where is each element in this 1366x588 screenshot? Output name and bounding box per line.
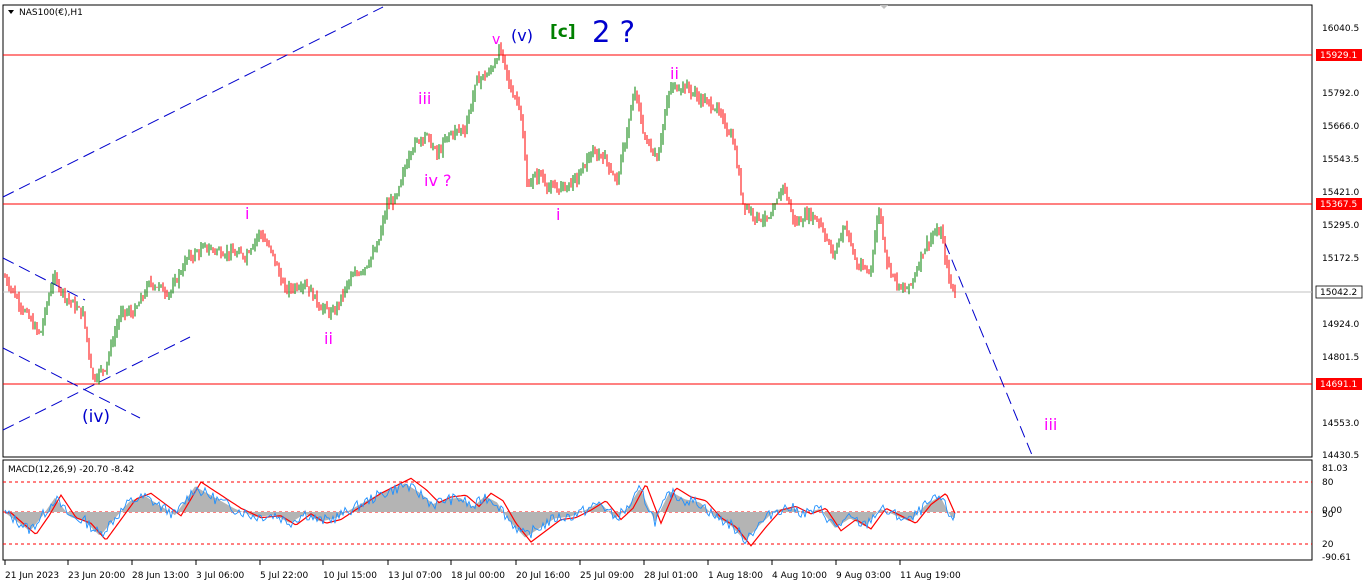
x-tick-label: 1 Aug 18:00: [708, 571, 763, 581]
macd-y-tick: -90.61: [1322, 553, 1351, 563]
wave-label-2: 2 ?: [592, 15, 635, 49]
x-tick-label: 9 Aug 03:00: [836, 571, 891, 581]
price-panel: [2, 4, 1313, 458]
symbol-title: NAS100(€),H1: [19, 8, 83, 18]
y-tick: 15172.5: [1322, 254, 1359, 264]
y-tick: 15421.0: [1322, 188, 1359, 198]
chart: NAS100(€),H1 v (v) [c] 2 ? iii iv ? i ii…: [2, 4, 1363, 581]
macd-label: MACD(12,26,9) -20.70 -8.42: [8, 465, 134, 475]
y-tick: 15792.0: [1322, 89, 1359, 99]
price-tags: 15929.1 15367.5 15042.2 14691.1: [1315, 49, 1363, 390]
y-tick: 15666.0: [1322, 122, 1359, 132]
wave-label-iv: iv ?: [424, 171, 452, 190]
x-tick-label: 3 Jul 06:00: [196, 571, 245, 581]
x-tick-label: 20 Jul 16:00: [516, 571, 570, 581]
wave-label-ii-right: ii: [670, 64, 679, 83]
y-tick: 15543.5: [1322, 155, 1359, 165]
y-tick: 15295.0: [1322, 221, 1359, 231]
x-tick-label: 5 Jul 22:00: [260, 571, 309, 581]
y-tick: 14924.0: [1322, 320, 1359, 330]
wave-label-v: v: [492, 32, 500, 48]
y-tick: 16040.5: [1322, 24, 1359, 34]
x-tick-label: 28 Jul 01:00: [644, 571, 698, 581]
price-tag-last: 15042.2: [1320, 288, 1357, 298]
x-tick-label: 4 Aug 10:00: [772, 571, 827, 581]
wave-label-c: [c]: [550, 22, 576, 42]
y-tick: 14553.0: [1322, 419, 1359, 429]
x-tick-label: 18 Jul 00:00: [451, 571, 505, 581]
macd-y-tick: 20: [1322, 540, 1334, 550]
x-tick-label: 10 Jul 15:00: [323, 571, 377, 581]
x-tick-label: 25 Jul 09:00: [580, 571, 634, 581]
wave-label-i-right: i: [556, 205, 560, 224]
x-tick-label: 21 Jun 2023: [5, 571, 59, 581]
x-tick-label: 13 Jul 07:00: [388, 571, 442, 581]
wave-label-iii-upper: iii: [418, 89, 431, 108]
y-tick: 14430.5: [1322, 451, 1359, 461]
x-tick-label: 23 Jun 20:00: [68, 571, 125, 581]
x-tick-label: 11 Aug 19:00: [900, 571, 961, 581]
price-tag-15929: 15929.1: [1320, 51, 1357, 61]
price-tag-14691: 14691.1: [1320, 380, 1357, 390]
macd-y-tick: 50: [1322, 510, 1334, 520]
wave-label-iii-target: iii: [1044, 415, 1057, 434]
y-tick: 14801.5: [1322, 353, 1359, 363]
wave-label-ii-left: ii: [324, 329, 333, 348]
macd-y-tick: 80: [1322, 478, 1334, 488]
price-axis: 16040.5 15792.0 15666.0 15543.5 15421.0 …: [1322, 24, 1359, 461]
wave-label-i-left: i: [245, 204, 249, 223]
macd-axis: 81.03 80 0.00 50 20 -90.61: [1322, 464, 1351, 563]
x-tick-label: 28 Jun 13:00: [132, 571, 189, 581]
macd-y-tick: 81.03: [1322, 464, 1348, 474]
wave-label-iv-paren: (iv): [82, 407, 110, 427]
price-tag-15367: 15367.5: [1320, 200, 1357, 210]
time-axis: 21 Jun 2023 23 Jun 20:00 28 Jun 13:00 3 Jul…: [4, 560, 961, 581]
wave-label-v-paren: (v): [511, 26, 533, 45]
